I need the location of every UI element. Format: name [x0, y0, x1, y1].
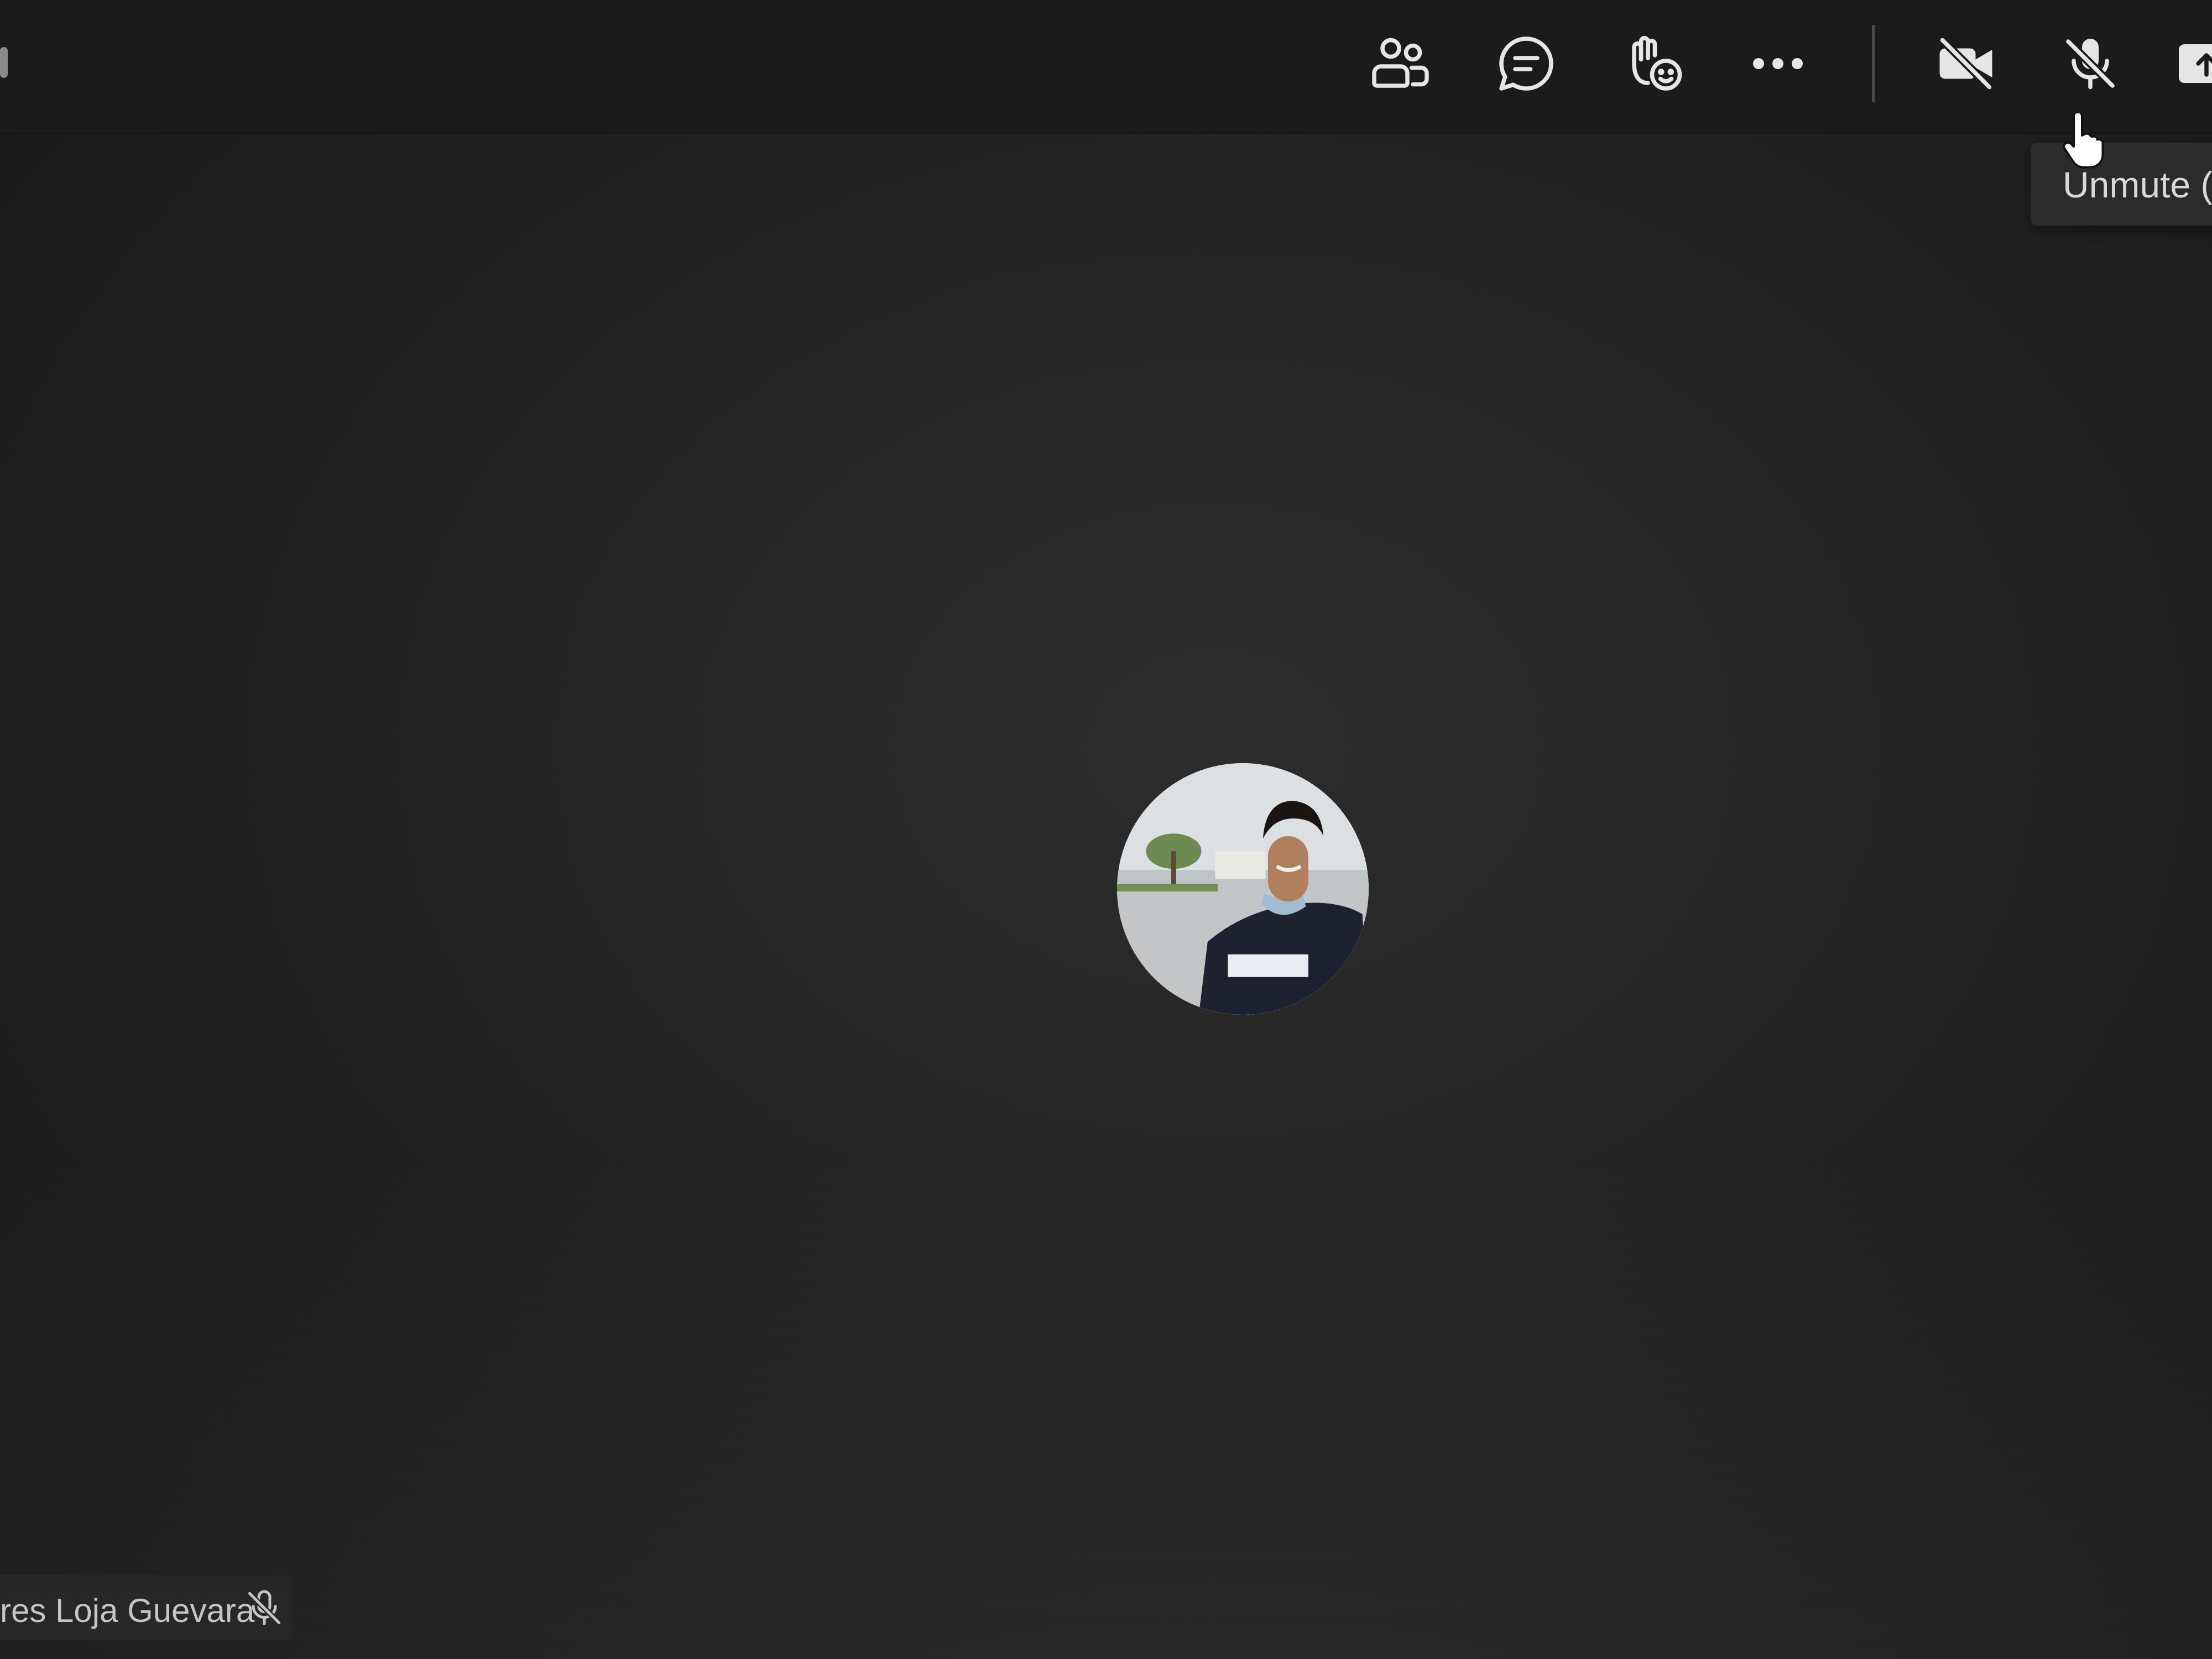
react-button[interactable] — [1606, 17, 1700, 111]
avatar — [1117, 763, 1369, 1015]
mic-off-icon — [2064, 37, 2117, 90]
share-icon — [2179, 44, 2212, 83]
mic-off-icon — [247, 1590, 282, 1626]
mic-button[interactable] — [2043, 17, 2137, 111]
toolbar-divider — [1872, 25, 1875, 102]
meeting-stage: Unmute ( res Loja Guevara — [0, 0, 2212, 1659]
share-button[interactable] — [2159, 17, 2212, 111]
camera-button[interactable] — [1919, 17, 2013, 111]
people-icon — [1372, 38, 1429, 88]
more-options-button[interactable] — [1731, 17, 1825, 111]
tooltip-text: Unmute ( — [2063, 164, 2212, 205]
camera-off-icon — [1938, 36, 1994, 91]
more-options-icon — [1753, 58, 1803, 69]
meeting-toolbar — [0, 0, 2212, 134]
unmute-tooltip: Unmute ( — [2031, 143, 2212, 226]
people-button[interactable] — [1352, 17, 1446, 111]
participant-mic-status — [242, 1586, 286, 1630]
profile-photo-avatar — [1117, 763, 1369, 1015]
hand-pointer-cursor-icon — [2063, 113, 2104, 169]
participant-name-tag: res Loja Guevara — [0, 1575, 292, 1640]
toolbar-left-edge-icon — [0, 47, 8, 78]
participant-name: res Loja Guevara — [0, 1592, 255, 1629]
raise-hand-react-icon — [1632, 36, 1682, 91]
chat-icon — [1499, 36, 1553, 91]
chat-button[interactable] — [1479, 17, 1573, 111]
